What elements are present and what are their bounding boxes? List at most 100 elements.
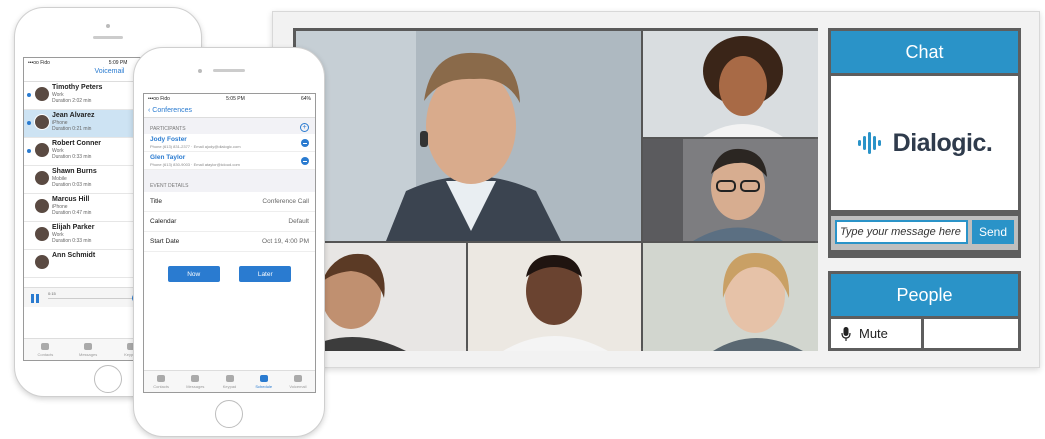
participant-row[interactable]: Glen Taylor Phone (613) 830-9003 · Email… <box>144 152 315 170</box>
messages-icon <box>84 342 93 350</box>
people-controls: Mute <box>831 319 1018 348</box>
front-camera <box>198 69 202 73</box>
tab-bar: Contacts Messages Keypad Schedule Voicem… <box>144 370 315 392</box>
tab-keypad[interactable]: Keypad <box>212 371 246 392</box>
logo-text: Dialogic. <box>892 128 993 157</box>
pause-icon[interactable] <box>31 294 39 303</box>
battery-label: 64% <box>300 96 311 102</box>
conference-phone: •••oo Fido 5:05 PM 64% ‹ Conferences PAR… <box>133 47 325 437</box>
event-field-value: Oct 19, 4:00 PM <box>262 238 309 245</box>
people-list-slot <box>924 319 1018 348</box>
progress-track <box>48 298 134 299</box>
tab-label: Contacts <box>37 351 54 357</box>
event-field-value: Conference Call <box>262 198 309 205</box>
divider <box>144 170 315 180</box>
dialogic-logo: Dialogic. <box>857 129 993 158</box>
carrier-label: •••oo Fido <box>148 96 170 102</box>
video-grid <box>293 28 818 351</box>
avatar <box>34 226 50 242</box>
remove-participant-button[interactable] <box>301 139 309 147</box>
tab-label: Keypad <box>222 383 237 389</box>
participant-detail: Phone (613) 830-9003 · Email ataylor@icl… <box>150 162 240 167</box>
event-details-header: EVENT DETAILS <box>144 180 315 192</box>
video-tile-main-speaker[interactable] <box>296 31 641 241</box>
front-camera <box>106 24 110 28</box>
chat-panel: Chat Dialogic. Type your message here Se… <box>828 28 1021 258</box>
back-label: Conferences <box>152 107 192 114</box>
participant-name: Jody Foster <box>150 136 187 143</box>
event-field-value: Default <box>288 218 309 225</box>
event-field-label: Title <box>150 198 163 205</box>
video-tile-participant-5[interactable] <box>468 243 641 351</box>
chevron-left-icon: ‹ <box>148 107 151 114</box>
unread-dot <box>27 121 31 125</box>
status-bar: •••oo Fido 5:05 PM 64% <box>144 94 315 104</box>
people-panel: People Mute <box>828 271 1021 351</box>
tab-contacts[interactable]: Contacts <box>24 339 67 360</box>
avatar <box>34 114 50 130</box>
chat-messages-area: Dialogic. <box>831 76 1018 210</box>
event-row-calendar[interactable]: Calendar Default <box>144 212 315 232</box>
messages-icon <box>191 374 200 382</box>
message-input[interactable]: Type your message here <box>835 220 968 244</box>
back-button[interactable]: ‹ Conferences <box>144 104 315 118</box>
tab-voicemail[interactable]: Voicemail <box>281 371 315 392</box>
contacts-icon <box>157 374 166 382</box>
contacts-icon <box>41 342 50 350</box>
tab-contacts[interactable]: Contacts <box>144 371 178 392</box>
schedule-icon <box>259 374 268 382</box>
tab-label: Voicemail <box>289 383 307 389</box>
later-button[interactable]: Later <box>239 266 292 282</box>
video-tile-participant-3[interactable] <box>643 139 818 241</box>
chat-compose-row: Type your message here Send <box>831 216 1018 250</box>
unread-dot <box>27 149 31 153</box>
video-tile-participant-6[interactable] <box>643 243 818 351</box>
now-button[interactable]: Now <box>167 266 220 282</box>
avatar <box>34 170 50 186</box>
avatar <box>34 142 50 158</box>
clock-label: 5:05 PM <box>226 96 245 102</box>
tab-messages[interactable]: Messages <box>67 339 110 360</box>
remove-participant-button[interactable] <box>301 157 309 165</box>
add-participant-button[interactable]: + <box>300 123 309 132</box>
conference-window: Chat Dialogic. Type your message here Se… <box>272 11 1040 368</box>
elapsed-time: 0:15 <box>48 291 56 296</box>
voicemail-icon <box>293 374 302 382</box>
event-field-label: Start Date <box>150 238 180 245</box>
event-row-start-date[interactable]: Start Date Oct 19, 4:00 PM <box>144 232 315 252</box>
participants-header: PARTICIPANTS + <box>144 118 315 134</box>
avatar <box>34 86 50 102</box>
conference-detail-screen: •••oo Fido 5:05 PM 64% ‹ Conferences PAR… <box>143 93 316 393</box>
send-button[interactable]: Send <box>972 220 1014 244</box>
home-button[interactable] <box>215 400 243 428</box>
event-row-title[interactable]: Title Conference Call <box>144 192 315 212</box>
clock-label: 5:09 PM <box>108 60 128 66</box>
participant-name: Glen Taylor <box>150 154 186 161</box>
mute-label: Mute <box>859 326 888 341</box>
tab-label: Schedule <box>255 383 273 389</box>
chat-title: Chat <box>831 31 1018 73</box>
keypad-icon <box>225 374 234 382</box>
tab-label: Messages <box>186 383 205 389</box>
microphone-icon <box>841 326 851 341</box>
action-buttons: Now Later <box>144 252 315 282</box>
home-button[interactable] <box>94 365 122 393</box>
participant-detail: Phone (613) 831-2377 · Email ajody@dialo… <box>150 144 241 149</box>
section-label: PARTICIPANTS <box>150 126 186 132</box>
tab-label: Messages <box>79 351 98 357</box>
unread-dot <box>27 93 31 97</box>
carrier-label: •••oo Fido <box>28 60 50 66</box>
avatar <box>34 254 50 270</box>
earpiece <box>213 69 245 72</box>
dialogic-logo-icon <box>857 132 881 154</box>
people-title: People <box>831 274 1018 316</box>
tab-schedule[interactable]: Schedule <box>247 371 281 392</box>
avatar <box>34 198 50 214</box>
tab-messages[interactable]: Messages <box>178 371 212 392</box>
tab-label: Contacts <box>153 383 169 389</box>
mute-button[interactable]: Mute <box>831 319 921 348</box>
participant-row[interactable]: Jody Foster Phone (613) 831-2377 · Email… <box>144 134 315 152</box>
video-tile-participant-2[interactable] <box>643 31 818 137</box>
event-field-label: Calendar <box>150 218 177 225</box>
earpiece <box>93 36 123 39</box>
